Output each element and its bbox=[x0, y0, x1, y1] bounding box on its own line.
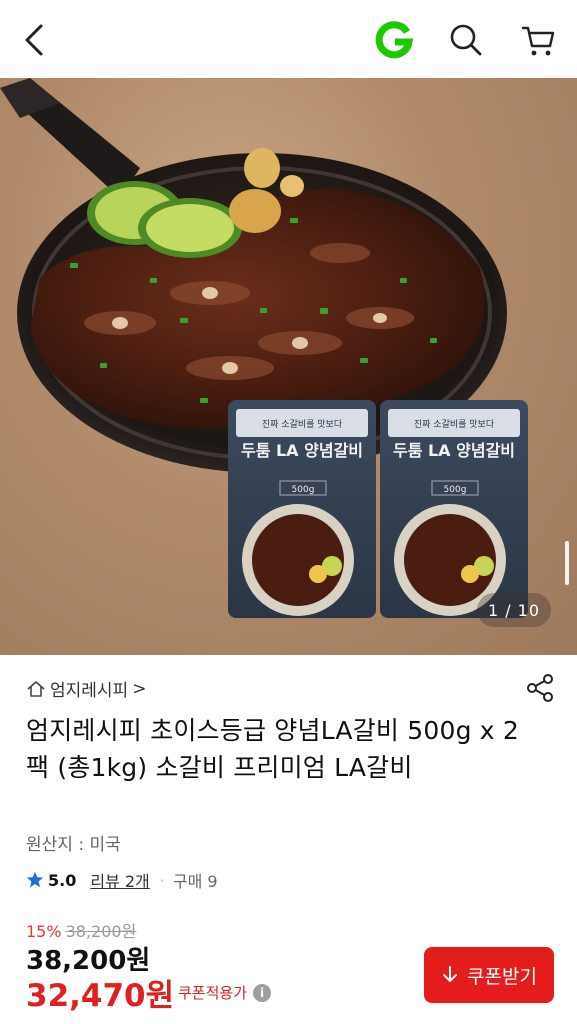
discount-row: 15% 38,200원 bbox=[26, 918, 136, 942]
rating-row: 5.0 리뷰 2개 · 구매 9 bbox=[26, 868, 218, 892]
share-button[interactable] bbox=[524, 672, 556, 704]
svg-text:두툼 LA 양념갈비: 두툼 LA 양념갈비 bbox=[393, 441, 515, 460]
home-icon bbox=[27, 680, 45, 697]
share-icon bbox=[527, 674, 553, 702]
star-icon bbox=[26, 871, 44, 888]
image-pager: 1 / 10 bbox=[477, 593, 551, 627]
coupon-price: 32,470원 bbox=[26, 978, 175, 1014]
coupon-applied-label: 쿠폰적용가 i bbox=[178, 982, 272, 1003]
svg-text:500g: 500g bbox=[444, 485, 467, 495]
cart-button[interactable] bbox=[518, 18, 558, 62]
brand-home-button[interactable] bbox=[374, 18, 414, 62]
top-nav-bar bbox=[0, 0, 577, 78]
download-icon bbox=[443, 966, 458, 982]
separator: · bbox=[159, 870, 165, 890]
product-image-carousel[interactable]: 진짜 소갈비를 맛보다 두툼 LA 양념갈비 500g 진짜 소갈비를 맛보다 … bbox=[0, 78, 577, 655]
product-origin: 원산지 : 미국 bbox=[26, 835, 121, 855]
coupon-applied-text: 쿠폰적용가 bbox=[178, 984, 248, 1002]
chevron-left-icon bbox=[25, 24, 43, 56]
scroll-indicator bbox=[565, 541, 569, 585]
rating-score: 5.0 bbox=[48, 870, 77, 890]
search-icon bbox=[450, 24, 482, 56]
original-price: 38,200원 bbox=[65, 922, 137, 941]
svg-text:진짜 소갈비를 맛보다: 진짜 소갈비를 맛보다 bbox=[262, 419, 343, 430]
get-coupon-button[interactable]: 쿠폰받기 bbox=[424, 947, 554, 1003]
g-logo-icon bbox=[375, 21, 414, 59]
product-photo: 진짜 소갈비를 맛보다 두툼 LA 양념갈비 500g 진짜 소갈비를 맛보다 … bbox=[0, 78, 528, 618]
store-name: 엄지레시피 bbox=[50, 681, 129, 701]
chevron-right-icon: > bbox=[132, 678, 147, 699]
package-left: 진짜 소갈비를 맛보다 두툼 LA 양념갈비 500g bbox=[228, 400, 376, 618]
reviews-link[interactable]: 리뷰 2개 bbox=[90, 868, 149, 892]
package-right: 진짜 소갈비를 맛보다 두툼 LA 양념갈비 500g bbox=[380, 400, 528, 618]
svg-text:진짜 소갈비를 맛보다: 진짜 소갈비를 맛보다 bbox=[414, 419, 495, 430]
svg-text:두툼 LA 양념갈비: 두툼 LA 양념갈비 bbox=[241, 441, 363, 460]
purchase-count: 구매 9 bbox=[172, 872, 218, 891]
svg-text:500g: 500g bbox=[292, 485, 315, 495]
product-title: 엄지레시피 초이스등급 양념LA갈비 500g x 2팩 (총1kg) 소갈비 … bbox=[26, 716, 520, 782]
cart-icon bbox=[521, 26, 555, 56]
search-button[interactable] bbox=[446, 18, 486, 62]
store-link[interactable]: 엄지레시피 > bbox=[26, 676, 146, 701]
discount-rate: 15% bbox=[26, 922, 62, 941]
info-icon[interactable]: i bbox=[253, 983, 272, 1002]
get-coupon-label: 쿠폰받기 bbox=[467, 966, 537, 988]
back-button[interactable] bbox=[14, 18, 54, 62]
